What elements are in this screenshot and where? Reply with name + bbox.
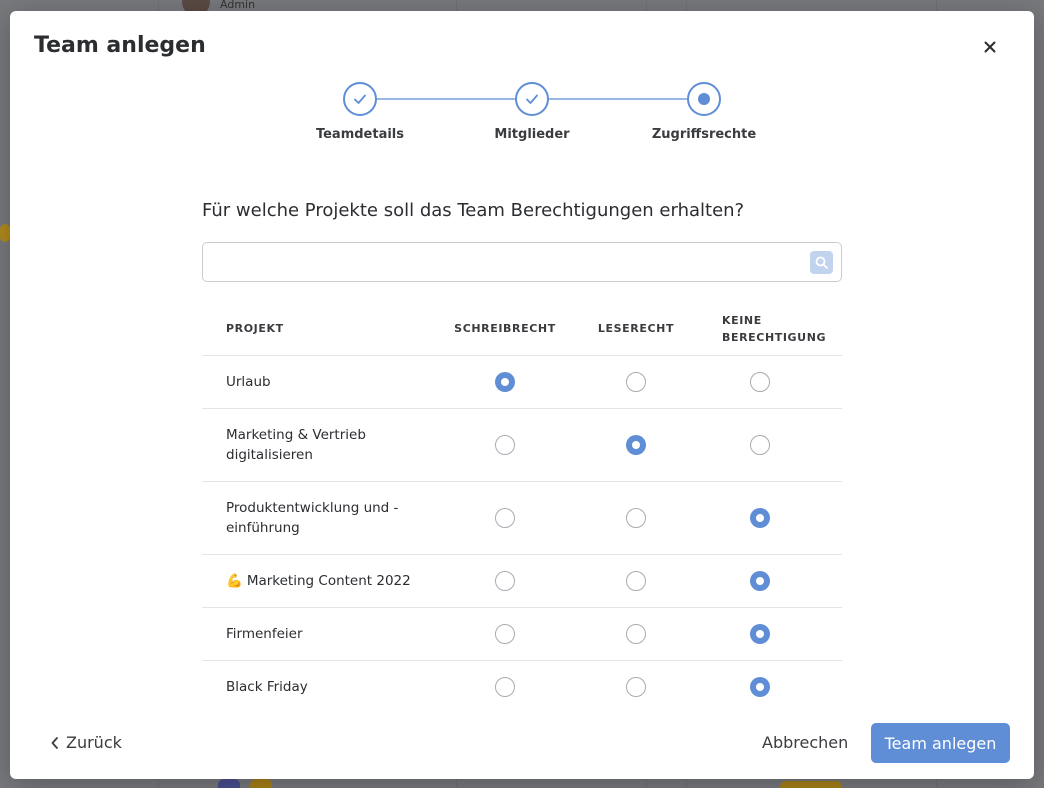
table-row: Marketing & Vertrieb digitalisieren — [202, 407, 842, 481]
check-icon — [343, 82, 377, 116]
step-label: Teamdetails — [315, 127, 405, 142]
project-name: Marketing & Vertrieb digitalisieren — [226, 426, 366, 463]
radio-none[interactable] — [750, 507, 770, 528]
background-chip — [250, 779, 272, 788]
permission-cell — [442, 407, 568, 481]
column-header-none-line: BERECHTIGUNG — [722, 330, 827, 344]
radio-none[interactable] — [750, 371, 770, 392]
radio-none[interactable] — [750, 570, 770, 591]
radio-read[interactable] — [626, 676, 646, 697]
project-name: Firmenfeier — [226, 625, 303, 642]
permission-cell — [568, 659, 704, 713]
create-team-button[interactable]: Team anlegen — [871, 723, 1010, 763]
permission-cell — [442, 354, 568, 408]
radio-none[interactable] — [750, 676, 770, 697]
step-zugriffsrechte[interactable]: Zugriffsrechte — [644, 82, 764, 142]
permission-cell — [568, 553, 704, 607]
search-icon[interactable] — [810, 251, 833, 274]
column-header-read: LESERECHT — [597, 322, 675, 336]
back-button[interactable]: Zurück — [50, 733, 122, 752]
background-chip — [0, 224, 10, 242]
table-row: Urlaub — [202, 354, 842, 408]
radio-write[interactable] — [495, 623, 515, 644]
create-team-dialog: Team anlegen Teamdetails Mitglieder Zugr… — [10, 11, 1034, 779]
radio-read[interactable] — [626, 507, 646, 528]
permission-cell — [704, 606, 842, 660]
current-step-indicator — [687, 82, 721, 116]
step-mitglieder[interactable]: Mitglieder — [472, 82, 592, 142]
radio-read[interactable] — [626, 434, 646, 455]
cancel-button[interactable]: Abbrechen — [762, 733, 848, 752]
table-row: Produktentwicklung und -einführung — [202, 480, 842, 554]
column-header-write: SCHREIBRECHT — [454, 322, 556, 336]
permission-cell — [568, 480, 704, 554]
permission-cell — [704, 480, 842, 554]
permission-cell — [568, 354, 704, 408]
radio-read[interactable] — [626, 371, 646, 392]
column-header-none-line: KEINE — [722, 313, 762, 327]
check-icon — [515, 82, 549, 116]
radio-write[interactable] — [495, 676, 515, 697]
background-chip — [218, 779, 240, 788]
chevron-left-icon — [51, 736, 58, 749]
table-row: 💪 Marketing Content 2022 — [202, 553, 842, 607]
project-name-cell: Marketing & Vertrieb digitalisieren — [202, 407, 442, 481]
project-name: Produktentwicklung und -einführung — [226, 499, 399, 536]
permission-cell — [704, 659, 842, 713]
project-name-cell: Urlaub — [202, 354, 442, 408]
project-name: Urlaub — [226, 373, 271, 390]
project-name: Black Friday — [226, 678, 308, 695]
close-icon[interactable] — [980, 37, 1000, 57]
table-row: Black Friday — [202, 659, 842, 713]
project-search — [202, 242, 842, 282]
radio-read[interactable] — [626, 623, 646, 644]
column-header-none: KEINE BERECHTIGUNG — [704, 303, 842, 355]
step-label: Mitglieder — [494, 127, 570, 142]
permission-cell — [568, 606, 704, 660]
project-name-cell: Firmenfeier — [202, 606, 442, 660]
project-name-cell: Black Friday — [202, 659, 442, 713]
project-name-cell: Produktentwicklung und -einführung — [202, 480, 442, 554]
permission-cell — [442, 480, 568, 554]
project-name: Marketing Content 2022 — [246, 572, 411, 589]
step-teamdetails[interactable]: Teamdetails — [300, 82, 420, 142]
radio-read[interactable] — [626, 570, 646, 591]
permission-cell — [704, 407, 842, 481]
table-header-row: PROJEKT SCHREIBRECHT LESERECHT KEINE BER… — [202, 303, 842, 355]
column-header-project: PROJEKT — [226, 322, 284, 336]
radio-write[interactable] — [495, 434, 515, 455]
permission-cell — [442, 553, 568, 607]
radio-none[interactable] — [750, 434, 770, 455]
permission-cell — [442, 606, 568, 660]
permission-cell — [568, 407, 704, 481]
table-row: Firmenfeier — [202, 606, 842, 660]
stepper: Teamdetails Mitglieder Zugriffsrechte — [300, 82, 760, 162]
radio-none[interactable] — [750, 623, 770, 644]
dialog-title: Team anlegen — [34, 33, 206, 58]
radio-write[interactable] — [495, 507, 515, 528]
project-name-cell: 💪 Marketing Content 2022 — [202, 553, 442, 607]
background-user-role: Admin — [220, 0, 256, 11]
permissions-question: Für welche Projekte soll das Team Berech… — [202, 200, 745, 221]
back-label: Zurück — [66, 733, 122, 752]
radio-write[interactable] — [495, 371, 515, 392]
flexed-biceps-icon: 💪 — [226, 572, 243, 589]
background-chip — [780, 781, 842, 788]
search-input[interactable] — [203, 243, 803, 281]
step-label: Zugriffsrechte — [651, 127, 757, 142]
radio-write[interactable] — [495, 570, 515, 591]
permission-cell — [704, 553, 842, 607]
permission-cell — [442, 659, 568, 713]
permissions-table: PROJEKT SCHREIBRECHT LESERECHT KEINE BER… — [202, 303, 842, 713]
permission-cell — [704, 354, 842, 408]
